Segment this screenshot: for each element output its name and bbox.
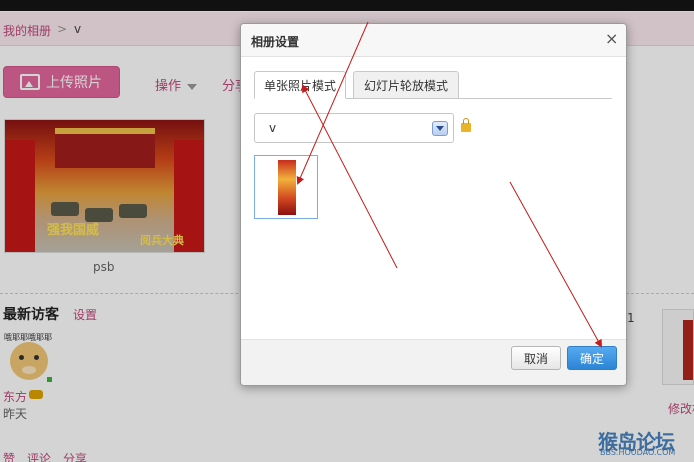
album-select[interactable]: v [254,113,454,143]
album-select-value: v [269,121,277,135]
lock-icon [461,118,471,132]
dialog-header: 相册设置 × [241,24,626,57]
cancel-button[interactable]: 取消 [511,346,561,370]
ok-button[interactable]: 确定 [567,346,617,370]
close-icon[interactable]: × [605,30,618,48]
photo-thumbnail[interactable] [254,155,318,219]
dropdown-arrow-icon[interactable] [432,121,448,136]
tab-slideshow[interactable]: 幻灯片轮放模式 [353,71,459,99]
dialog-title: 相册设置 [251,35,300,49]
photo-image [278,160,296,215]
top-bar [0,0,694,11]
album-settings-dialog: 相册设置 × 单张照片模式 幻灯片轮放模式 v 取消 确定 [240,23,627,386]
tab-single-photo[interactable]: 单张照片模式 [254,71,346,99]
